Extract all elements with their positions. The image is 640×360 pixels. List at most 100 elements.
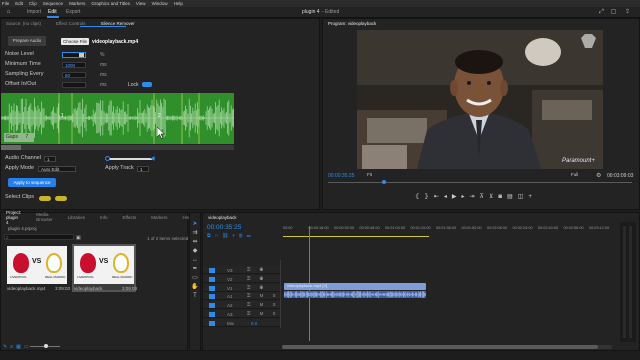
extract-icon[interactable]: ⊻ [489, 194, 498, 200]
menu-clip[interactable]: Clip [29, 1, 37, 6]
menu-help[interactable]: Help [174, 1, 183, 6]
track-header-v2[interactable]: V2 ⚿ ◉ [203, 274, 280, 283]
tab-import[interactable]: Import [27, 9, 41, 15]
tab-markers[interactable]: Markers [151, 215, 167, 220]
fit-select[interactable]: Fit [365, 172, 381, 178]
track-target-toggle[interactable] [209, 294, 215, 300]
track-controls-icons[interactable]: ⚿ ◉ [247, 276, 267, 281]
timeline-timecode[interactable]: 00:00:35:25 [207, 224, 241, 231]
notifications-icon[interactable]: ▢ [610, 9, 617, 16]
timeline-scrollbar[interactable] [282, 345, 612, 349]
export-frame-icon[interactable]: ◙ [498, 194, 507, 200]
track-target-toggle[interactable] [209, 268, 215, 273]
tab-timeline-sequence[interactable]: videoplayback [208, 215, 237, 220]
fullscreen-icon[interactable]: ⤢ [598, 9, 605, 16]
volume-slider[interactable] [105, 156, 152, 161]
slip-icon[interactable]: ↔ [191, 256, 199, 264]
tab-edit[interactable]: Edit [48, 9, 57, 15]
pen-icon[interactable]: ✒ [191, 265, 199, 273]
menu-markers[interactable]: Markers [69, 1, 85, 6]
freeform-view-icon[interactable]: ▭ [24, 344, 32, 350]
type-icon[interactable]: T [191, 292, 199, 300]
wrench-icon[interactable]: ⚙ [596, 172, 601, 179]
captions-icon[interactable]: ▭ [247, 233, 255, 239]
audio-channel-select[interactable]: 1 [44, 156, 56, 162]
speaker-icon[interactable]: ◀ [150, 155, 155, 162]
quality-select[interactable]: Full [569, 172, 583, 178]
menu-view[interactable]: View [136, 1, 146, 6]
minimum-time-input[interactable]: 1000 [62, 62, 86, 68]
hand-icon[interactable]: ✋ [191, 283, 199, 291]
playhead-handle[interactable] [382, 180, 386, 184]
apply-track-select[interactable]: 1 [137, 166, 149, 172]
tab-effect-controls[interactable]: Effect Controls [56, 21, 85, 26]
work-area-bar[interactable] [283, 236, 429, 237]
nest-icon[interactable]: ⧉ [207, 233, 215, 239]
step-back-icon[interactable]: ◂ [444, 194, 452, 200]
apply-to-sequence-button[interactable]: Apply to sequence [8, 178, 56, 187]
tab-libraries[interactable]: Libraries [68, 215, 85, 220]
timeline-ruler[interactable]: 00:00 00:00:16:00 00:00:32:00 00:00:48:00 00… [283, 226, 609, 236]
bin-icon[interactable]: ▣ [76, 235, 81, 241]
track-header-v3[interactable]: V3 ⚿ ◉ [203, 266, 280, 274]
track-header-a3[interactable]: A3 ⚿ M S [203, 310, 280, 318]
waveform-scrollbar[interactable] [1, 145, 234, 150]
program-title[interactable]: Program: videoplayback [328, 21, 376, 26]
tab-source[interactable]: Source: (no clips) [6, 21, 41, 26]
rectangle-icon[interactable]: ▭ [191, 274, 199, 282]
audio-clip-a1[interactable] [284, 291, 426, 298]
choose-file-button[interactable]: Choose File [61, 38, 89, 45]
go-to-in-icon[interactable]: ⇤ [434, 194, 444, 200]
track-header-v1[interactable]: V1 ⚿ ◉ [203, 283, 280, 292]
track-target-toggle[interactable] [209, 320, 215, 326]
home-icon[interactable]: ⌂ [5, 9, 12, 16]
track-controls-icons[interactable]: ⚿ ◉ [247, 267, 267, 272]
menu-window[interactable]: Window [152, 1, 168, 6]
linked-icon[interactable]: ⛓ [222, 233, 232, 239]
menu-graphics[interactable]: Graphics and Titles [91, 1, 130, 6]
prepare-audio-button[interactable]: Prepare Audio [8, 36, 46, 46]
program-scrubber[interactable] [328, 182, 632, 183]
zoom-slider-handle[interactable] [44, 344, 48, 348]
apply-mode-select[interactable]: Auto Edit [38, 166, 76, 172]
lift-icon[interactable]: ⊼ [480, 194, 489, 200]
track-header-mix[interactable]: Mix 0.0 [203, 318, 280, 327]
volume-slider-handle[interactable] [105, 156, 110, 161]
zoom-slider[interactable] [30, 344, 60, 348]
timeline-scrollbar-thumb[interactable] [282, 345, 598, 349]
tab-export[interactable]: Export [66, 9, 80, 15]
tab-project[interactable]: Project: plugin 4 [6, 210, 21, 225]
program-timecode[interactable]: 00:00:35:25 [328, 173, 354, 179]
tab-info[interactable]: Info [100, 215, 108, 220]
go-to-out-icon[interactable]: ⇥ [470, 194, 480, 200]
select-clips-toggle-b[interactable] [55, 196, 67, 201]
track-controls-icons[interactable]: ⚿ M S [247, 311, 280, 316]
audio-waveform[interactable]: 1 2 [1, 93, 234, 144]
tab-silence-remover[interactable]: Silence Remover [100, 21, 134, 26]
tab-media-browser[interactable]: Media Browser [36, 212, 53, 222]
select-clips-toggle-a[interactable] [39, 196, 51, 201]
compare-icon[interactable]: ▤ [507, 194, 518, 200]
icon-view-icon[interactable]: ▦ [16, 344, 24, 350]
razor-icon[interactable]: ◆ [191, 247, 199, 255]
tab-effects[interactable]: Effects [123, 215, 137, 220]
mark-out-icon[interactable]: ⦄ [424, 194, 433, 200]
share-icon[interactable]: ⇪ [624, 9, 631, 16]
sampling-every-input[interactable]: 50 [62, 72, 86, 78]
wrench-icon[interactable]: ⚙ [239, 233, 247, 239]
video-clip-v1[interactable]: videoplayback.mp4 [V] [284, 283, 426, 290]
track-target-toggle[interactable] [209, 312, 215, 317]
menu-file[interactable]: File [2, 1, 9, 6]
track-header-a2[interactable]: A2 ⚿ M S [203, 301, 280, 310]
track-controls-icons[interactable]: ⚿ M S [247, 302, 280, 307]
track-header-a1[interactable]: A1 ⚿ M S [203, 292, 280, 301]
track-controls-icons[interactable]: ⚿ M S [247, 293, 280, 298]
project-search-input[interactable]: ⌕ [4, 234, 74, 241]
selection-tool-icon[interactable]: ➤ [191, 220, 199, 228]
offset-input[interactable] [62, 82, 86, 88]
track-target-toggle[interactable] [209, 285, 215, 291]
step-forward-icon[interactable]: ▸ [461, 194, 469, 200]
track-select-icon[interactable]: ⇉ [191, 229, 199, 237]
track-target-toggle[interactable] [209, 303, 215, 309]
track-target-toggle[interactable] [209, 276, 215, 282]
